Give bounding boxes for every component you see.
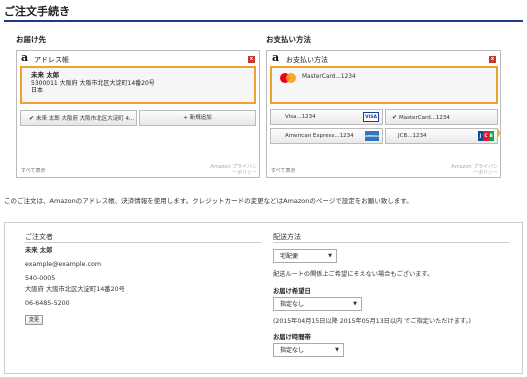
address-name: 未来 太郎 xyxy=(31,71,60,79)
chevron-down-icon: ▼ xyxy=(335,347,339,353)
payment-section-label: お支払い方法 xyxy=(266,35,311,44)
notice-text: このご注文は、Amazonのアドレス帳、決済情報を使用します。クレジットカードの… xyxy=(4,197,413,205)
card-option-amex[interactable]: American Express...1234 AMERICAN EXPRESS xyxy=(270,128,399,144)
delivery-method-select[interactable]: 宅配便 ▼ xyxy=(273,249,337,263)
close-icon[interactable]: x xyxy=(248,56,255,63)
selected-card-label: MasterCard...1234 xyxy=(302,74,356,80)
chevron-down-icon: ▼ xyxy=(328,253,332,259)
orderer-heading: ご注文者 xyxy=(25,233,53,241)
payment-widget-title: お支払い方法 xyxy=(286,56,328,64)
selected-address[interactable]: 未来 太郎 5300011 大阪府 大阪市北区大淀町14番20号 日本 xyxy=(20,66,256,104)
privacy-policy-link[interactable]: Amazon プライバシ ーポリシー xyxy=(417,164,498,176)
delivery-divider xyxy=(273,242,509,243)
card-option-mastercard[interactable]: ✔ MasterCard...1234 xyxy=(385,109,500,138)
delivery-date-note: (2015年04月15日以降 2015年05月13日以内 でご指定いただけます。… xyxy=(273,318,471,325)
jcb-icon: JCB xyxy=(478,131,494,141)
delivery-time-select[interactable]: 指定なし ▼ xyxy=(273,343,344,357)
orderer-address: 大阪府 大阪市北区大淀町14番20号 xyxy=(25,286,125,293)
selected-payment[interactable]: MasterCard...1234 xyxy=(270,66,498,104)
privacy-policy-link[interactable]: Amazon プライバシ ーポリシー xyxy=(177,164,257,176)
card-option-jcb[interactable]: JCB...1234 JCB xyxy=(385,128,498,144)
address-book-widget: a アドレス帳 x 未来 太郎 5300011 大阪府 大阪市北区大淀町14番2… xyxy=(16,50,260,178)
payment-widget: a お支払い方法 x MasterCard...1234 Visa...1234… xyxy=(266,50,501,178)
show-all-link[interactable]: すべて表示 xyxy=(21,167,45,174)
delivery-date-select[interactable]: 指定なし ▼ xyxy=(273,297,362,311)
title-divider xyxy=(4,20,523,22)
address-option-button[interactable]: ✔ 未来 太郎 大阪府 大阪市北区大淀町 4... xyxy=(20,110,137,126)
check-icon: ✔ xyxy=(29,115,35,122)
visa-icon: VISA xyxy=(363,112,379,122)
delivery-method-note: 配送ルートの関係上ご希望にそえない場合もございます。 xyxy=(273,271,434,278)
address-line: 5300011 大阪府 大阪市北区大淀町14番20号 xyxy=(31,79,155,87)
orderer-name: 未来 太郎 xyxy=(25,247,53,254)
chevron-down-icon: ▼ xyxy=(353,301,357,307)
add-address-button[interactable]: + 新規追加 xyxy=(139,110,256,126)
show-all-link[interactable]: すべて表示 xyxy=(271,167,295,174)
amazon-logo-icon: a xyxy=(21,51,29,64)
check-icon: ✔ xyxy=(392,114,398,121)
order-details-panel: ご注文者 未来 太郎 example@example.com 540-0005 … xyxy=(4,222,523,374)
orderer-phone: 06-6485-5200 xyxy=(25,300,70,307)
page-title: ご注文手続き xyxy=(4,5,70,18)
amazon-logo-icon: a xyxy=(272,51,280,64)
delivery-date-label: お届け希望日 xyxy=(273,288,311,295)
change-button[interactable]: 変更 xyxy=(25,315,43,325)
mastercard-icon xyxy=(280,73,296,83)
orderer-postal: 540-0005 xyxy=(25,275,56,282)
card-option-visa[interactable]: Visa...1234 VISA xyxy=(270,109,383,125)
delivery-heading: 配送方法 xyxy=(273,233,301,241)
address-book-title: アドレス帳 xyxy=(34,56,69,64)
amex-icon: AMERICAN EXPRESS xyxy=(365,131,399,141)
delivery-time-label: お届け時間帯 xyxy=(273,334,311,341)
close-icon[interactable]: x xyxy=(489,56,496,63)
orderer-divider xyxy=(25,242,261,243)
shipping-section-label: お届け先 xyxy=(16,35,46,44)
orderer-email: example@example.com xyxy=(25,261,101,268)
address-country: 日本 xyxy=(31,87,44,94)
